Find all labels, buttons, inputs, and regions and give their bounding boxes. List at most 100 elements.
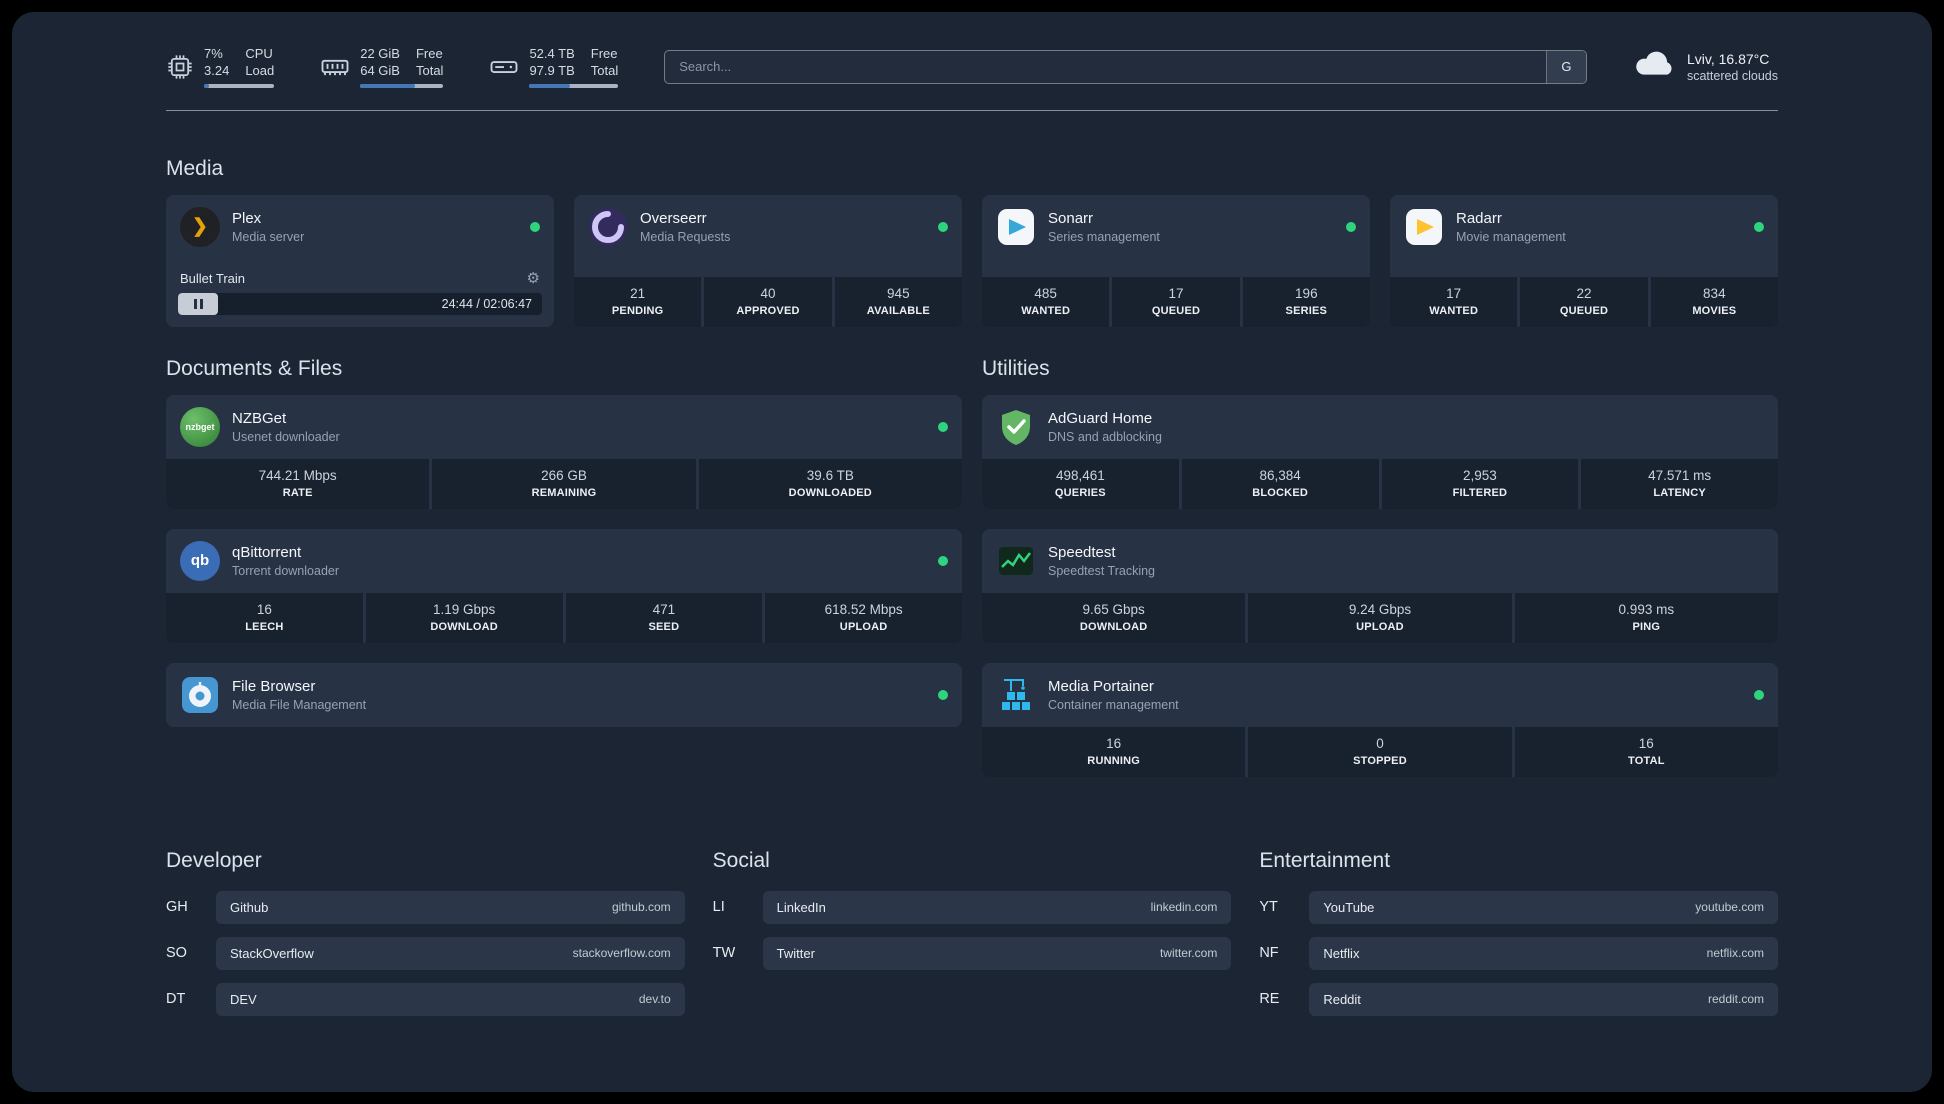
stat-label: RATE — [282, 486, 313, 499]
section-title-entertainment: Entertainment — [1259, 848, 1391, 872]
card-header-plex[interactable]: ❯ Plex Media server — [166, 195, 554, 259]
stat-latency: 47.571 ms LATENCY — [1581, 458, 1778, 509]
middle-columns: Documents & Files nzbget NZBGet Usenet d… — [166, 357, 1778, 777]
bookmark-link[interactable]: Reddit reddit.com — [1309, 982, 1778, 1016]
sonarr-icon — [996, 207, 1036, 247]
qbittorrent-icon: qb — [180, 540, 220, 581]
stat-value: 2,953 — [1462, 467, 1497, 483]
card-header-nzbget[interactable]: nzbget NZBGet Usenet downloader — [166, 395, 962, 459]
bookmark-name: Twitter — [776, 945, 815, 961]
card-header-overseerr[interactable]: Overseerr Media Requests — [574, 195, 962, 259]
bookmark-domain: netflix.com — [1706, 946, 1764, 961]
weather-widget: Lviv, 16.87°C scattered clouds — [1633, 48, 1778, 85]
weather-text: Lviv, 16.87°C scattered clouds — [1687, 50, 1778, 83]
card-header-speedtest[interactable]: Speedtest Speedtest Tracking — [982, 529, 1778, 593]
service-description: DNS and adblocking — [1048, 429, 1162, 444]
bookmark-name: Netflix — [1323, 945, 1360, 961]
memory-bar-fill — [360, 83, 416, 88]
disk-label-1: Free — [590, 46, 618, 61]
bookmark-link[interactable]: Twitter twitter.com — [762, 936, 1232, 970]
service-name: AdGuard Home — [1048, 409, 1153, 427]
stat-label: AVAILABLE — [866, 304, 930, 317]
bookmark-domain: twitter.com — [1159, 946, 1218, 961]
stats-radarr: 17 WANTED 22 QUEUED 834 MOVIES — [1390, 276, 1778, 327]
card-header-sonarr[interactable]: Sonarr Series management — [982, 195, 1370, 259]
bookmark-name: Github — [230, 899, 269, 915]
stat-label: MOVIES — [1692, 304, 1737, 317]
card-header-filebrowser[interactable]: File Browser Media File Management — [166, 663, 962, 727]
bookmark-link[interactable]: StackOverflow stackoverflow.com — [216, 936, 685, 970]
card-titles: Overseerr Media Requests — [640, 210, 926, 244]
card-titles: Speedtest Speedtest Tracking — [1048, 544, 1764, 578]
stat-leech: 16 LEECH — [166, 592, 363, 643]
bookmark-linkedin[interactable]: LI LinkedIn linkedin.com — [713, 890, 1232, 924]
now-playing-title: Bullet Train — [180, 270, 246, 286]
service-card-portainer[interactable]: Media Portainer Container management 16 R… — [982, 662, 1778, 777]
status-dot — [938, 221, 948, 232]
resource-widgets: 7% 3.24 CPU Load 22 GiB 64 GiB Free Tota… — [166, 46, 619, 88]
bookmark-link[interactable]: Netflix netflix.com — [1309, 936, 1778, 970]
section-media: Media ❯ Plex Media server Bullet Train ⚙ — [166, 157, 1778, 327]
stat-value: 16 — [256, 601, 272, 617]
stat-value: 47.571 ms — [1648, 467, 1712, 483]
service-name: qBittorrent — [232, 543, 302, 561]
service-card-radarr[interactable]: Radarr Movie management 17 WANTED 22 QUEUE… — [1390, 194, 1778, 327]
search-input[interactable] — [665, 50, 1546, 83]
service-name: Plex — [232, 209, 262, 227]
bookmark-domain: youtube.com — [1695, 900, 1764, 915]
stats-qbittorrent: 16 LEECH 1.19 Gbps DOWNLOAD 471 SEED 618.52… — [166, 592, 962, 643]
status-dot — [938, 555, 948, 566]
card-header-portainer[interactable]: Media Portainer Container management — [982, 663, 1778, 727]
stat-label: REMAINING — [531, 486, 597, 499]
disk-widget: 52.4 TB 97.9 TB Free Total — [489, 46, 619, 88]
bookmark-domain: stackoverflow.com — [572, 946, 671, 961]
stat-value: 16 — [1638, 735, 1654, 751]
service-card-adguard[interactable]: AdGuard Home DNS and adblocking 498,461 Q… — [982, 394, 1778, 509]
bookmark-domain: dev.to — [638, 992, 671, 1007]
stat-value: 945 — [887, 285, 910, 301]
bookmark-youtube[interactable]: YT YouTube youtube.com — [1259, 890, 1778, 924]
bookmark-link[interactable]: YouTube youtube.com — [1309, 890, 1778, 924]
stat-label: QUEUED — [1559, 304, 1609, 317]
service-card-sonarr[interactable]: Sonarr Series management 485 WANTED 17 QUE… — [982, 194, 1370, 327]
disk-stats: 52.4 TB 97.9 TB Free Total — [529, 46, 619, 88]
disk-total: 97.9 TB — [529, 62, 575, 78]
pause-button[interactable] — [178, 292, 218, 315]
card-header-adguard[interactable]: AdGuard Home DNS and adblocking — [982, 395, 1778, 459]
cpu-widget: 7% 3.24 CPU Load — [166, 46, 275, 88]
service-card-filebrowser[interactable]: File Browser Media File Management — [166, 662, 962, 727]
card-header-radarr[interactable]: Radarr Movie management — [1390, 195, 1778, 259]
service-card-overseerr[interactable]: Overseerr Media Requests 21 PENDING 40 APP… — [574, 194, 962, 327]
service-card-nzbget[interactable]: nzbget NZBGet Usenet downloader 744.21 M… — [166, 394, 962, 509]
player-progress-bar[interactable]: 24:44 / 02:06:47 — [178, 292, 542, 315]
gear-icon[interactable]: ⚙ — [527, 271, 540, 286]
dashboard-panel: 7% 3.24 CPU Load 22 GiB 64 GiB Free Tota… — [12, 12, 1932, 1092]
service-card-speedtest[interactable]: Speedtest Speedtest Tracking 9.65 Gbps DO… — [982, 528, 1778, 643]
bookmark-reddit[interactable]: RE Reddit reddit.com — [1259, 982, 1778, 1016]
bookmark-link[interactable]: Github github.com — [216, 890, 685, 924]
stat-label: WANTED — [1429, 304, 1479, 317]
stat-label: PENDING — [611, 304, 664, 317]
bookmark-link[interactable]: DEV dev.to — [216, 982, 685, 1016]
stat-value: 1.19 Gbps — [432, 601, 496, 617]
card-titles: Media Portainer Container management — [1048, 678, 1742, 712]
stat-label: FILTERED — [1452, 486, 1508, 499]
disk-icon — [489, 52, 519, 82]
stat-label: UPLOAD — [1356, 620, 1404, 633]
bookmark-stackoverflow[interactable]: SO StackOverflow stackoverflow.com — [166, 936, 685, 970]
dashboard-content: 7% 3.24 CPU Load 22 GiB 64 GiB Free Tota… — [166, 12, 1778, 1029]
service-card-qbittorrent[interactable]: qb qBittorrent Torrent downloader 16 LEEC… — [166, 528, 962, 643]
bookmark-domain: reddit.com — [1707, 992, 1764, 1007]
bookmark-twitter[interactable]: TW Twitter twitter.com — [713, 936, 1232, 970]
search-provider-button[interactable]: G — [1545, 50, 1586, 83]
card-header-qbittorrent[interactable]: qb qBittorrent Torrent downloader — [166, 529, 962, 593]
service-card-plex[interactable]: ❯ Plex Media server Bullet Train ⚙ 24:44… — [166, 194, 554, 327]
bookmark-link[interactable]: LinkedIn linkedin.com — [762, 890, 1232, 924]
card-titles: Sonarr Series management — [1048, 210, 1334, 244]
stat-label: QUERIES — [1054, 486, 1106, 499]
bookmark-dev[interactable]: DT DEV dev.to — [166, 982, 685, 1016]
bookmark-github[interactable]: GH Github github.com — [166, 890, 685, 924]
bookmark-netflix[interactable]: NF Netflix netflix.com — [1259, 936, 1778, 970]
bookmark-name: StackOverflow — [230, 945, 314, 961]
section-title-developer: Developer — [166, 848, 262, 872]
